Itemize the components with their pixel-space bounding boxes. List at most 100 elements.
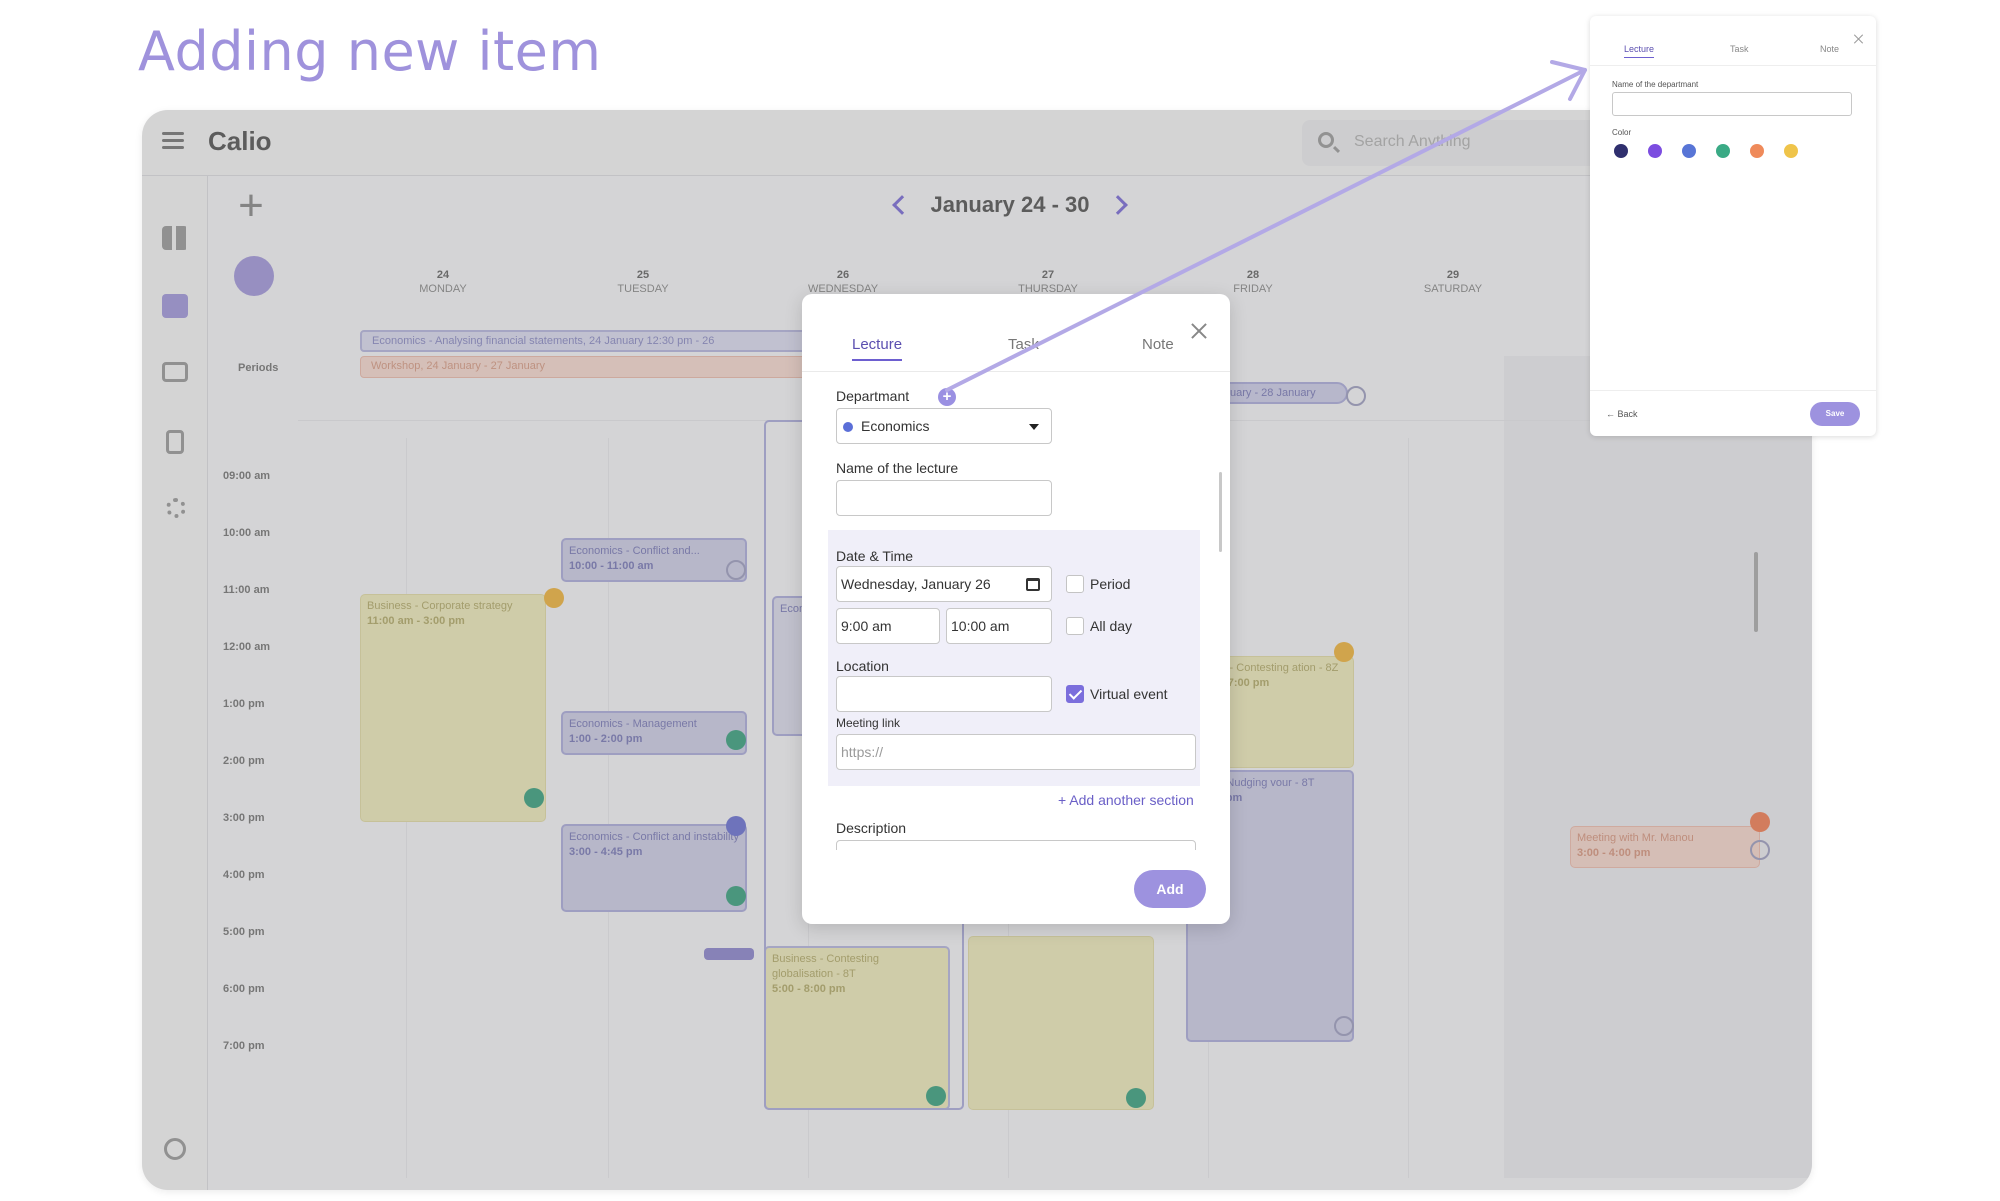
status-icon — [926, 1086, 946, 1106]
page-heading: Adding new item — [138, 20, 602, 83]
menu-icon[interactable] — [162, 132, 184, 150]
color-label: Color — [1612, 128, 1632, 137]
calendar-event[interactable]: Economics - Conflict and... 10:00 - 11:00… — [561, 538, 747, 582]
description-input[interactable] — [836, 840, 1196, 850]
color-swatch[interactable] — [1750, 144, 1764, 158]
day-number: 24 — [436, 269, 450, 281]
meeting-link-label: Meeting link — [836, 716, 901, 730]
event-title: Business - Corporate strategy — [367, 600, 513, 612]
globe-icon[interactable] — [164, 1138, 186, 1160]
event-title: Economics - Conflict and... — [569, 545, 700, 557]
color-swatch[interactable] — [1614, 144, 1628, 158]
save-button[interactable]: Save — [1810, 402, 1860, 426]
arrow-head-icon — [1550, 60, 1587, 101]
tab-task[interactable]: Task — [1008, 336, 1039, 359]
next-week-icon[interactable] — [1108, 195, 1129, 215]
event-title: Meeting with Mr. Manou — [1577, 832, 1694, 844]
hour-label: 09:00 am — [223, 470, 271, 482]
calendar-event[interactable]: s - Contesting ation - 8Z - 7:00 pm — [1214, 656, 1354, 768]
hour-label: 3:00 pm — [223, 812, 265, 824]
today-indicator[interactable] — [234, 256, 274, 296]
hour-label: 10:00 am — [223, 527, 271, 539]
periods-label: Periods — [238, 362, 279, 374]
period-checkbox[interactable] — [1066, 575, 1084, 593]
tab-note[interactable]: Note — [1142, 336, 1174, 359]
calendar-icon[interactable] — [162, 294, 188, 318]
date-field[interactable]: Wednesday, January 26 — [836, 566, 1052, 602]
event-time: 1:00 - 2:00 pm — [569, 733, 643, 745]
back-button[interactable]: ← Back — [1606, 409, 1638, 419]
add-department-icon[interactable]: + — [938, 388, 956, 406]
calendar-event[interactable] — [968, 936, 1154, 1110]
color-swatch[interactable] — [1716, 144, 1730, 158]
all-day-label: All day — [1090, 618, 1133, 634]
mini-tabs: Lecture Task Note — [1590, 16, 1876, 66]
status-icon — [726, 730, 746, 750]
left-nav — [142, 176, 208, 1190]
search-icon — [1318, 132, 1334, 148]
color-swatch[interactable] — [1682, 144, 1696, 158]
week-range: January 24 - 30 — [930, 192, 1090, 217]
department-select[interactable]: Economics — [836, 408, 1052, 444]
virtual-event-checkbox[interactable] — [1066, 685, 1084, 703]
color-swatch[interactable] — [1784, 144, 1798, 158]
start-time-field[interactable]: 9:00 am — [836, 608, 940, 644]
event-title: Economics - Management — [569, 718, 697, 730]
search-input[interactable]: Search Anything — [1354, 133, 1471, 151]
day-header[interactable]: 27 THURSDAY — [1003, 268, 1093, 296]
close-icon[interactable] — [1854, 34, 1864, 44]
status-icon — [1334, 1016, 1354, 1036]
status-icon — [524, 788, 544, 808]
dashboard-icon[interactable] — [162, 226, 188, 250]
calendar-event[interactable]: Business - Corporate strategy 11:00 am - … — [360, 594, 546, 822]
day-name: TUESDAY — [617, 283, 669, 295]
close-icon[interactable] — [1190, 322, 1208, 340]
all-day-checkbox[interactable] — [1066, 617, 1084, 635]
location-input[interactable] — [836, 676, 1052, 712]
day-header[interactable]: 25 TUESDAY — [598, 268, 688, 296]
search-bar[interactable]: Search Anything — [1302, 120, 1602, 166]
color-swatch[interactable] — [1648, 144, 1662, 158]
day-header[interactable]: 28 FRIDAY — [1208, 268, 1298, 296]
settings-icon[interactable] — [166, 498, 186, 518]
mini-tab-lecture[interactable]: Lecture — [1624, 44, 1655, 58]
calendar-event[interactable]: Economics - Conflict and instability 3:00… — [561, 824, 747, 912]
day-header[interactable]: 26 WEDNESDAY — [798, 268, 888, 296]
department-value: Economics — [861, 418, 930, 434]
document-icon[interactable] — [166, 430, 184, 454]
modal-scrollbar[interactable] — [1219, 472, 1222, 552]
event-title: Economics - Conflict and instability — [569, 831, 739, 843]
prev-week-icon[interactable] — [891, 195, 912, 215]
day-number: 28 — [1246, 269, 1260, 281]
calendar-picker-icon[interactable] — [1026, 578, 1040, 591]
calendar-event[interactable]: Economics - Management 1:00 - 2:00 pm — [561, 711, 747, 755]
calendar-scrollbar[interactable] — [1754, 552, 1758, 632]
day-header[interactable]: 29 SATURDAY — [1408, 268, 1498, 296]
mini-tab-task[interactable]: Task — [1730, 44, 1749, 57]
modal-tabs: Lecture Task Note — [802, 294, 1230, 372]
status-icon — [1126, 1088, 1146, 1108]
status-icon — [1750, 840, 1770, 860]
calendar-event[interactable]: Meeting with Mr. Manou 3:00 - 4:00 pm — [1570, 826, 1760, 868]
status-icon — [1334, 642, 1354, 662]
status-icon — [726, 816, 746, 836]
hour-label: 7:00 pm — [223, 1040, 265, 1052]
date-time-label: Date & Time — [836, 548, 914, 564]
department-label: Departmant — [836, 388, 910, 404]
event-title: Econ — [780, 603, 806, 615]
add-button[interactable]: Add — [1134, 870, 1206, 908]
location-label: Location — [836, 658, 889, 674]
period-bar[interactable]: uary - 28 January — [1218, 382, 1348, 404]
meeting-link-input[interactable]: https:// — [836, 734, 1196, 770]
day-header[interactable]: 24 MONDAY — [398, 268, 488, 296]
end-time-field[interactable]: 10:00 am — [946, 608, 1052, 644]
department-name-input[interactable] — [1612, 92, 1852, 116]
tab-lecture[interactable]: Lecture — [852, 336, 903, 361]
status-icon — [1750, 812, 1770, 832]
add-section-link[interactable]: + Add another section — [1058, 792, 1194, 808]
monitor-icon[interactable] — [162, 362, 188, 382]
day-name: MONDAY — [419, 283, 467, 295]
hour-label: 11:00 am — [223, 584, 270, 596]
mini-tab-note[interactable]: Note — [1820, 44, 1839, 57]
lecture-name-input[interactable] — [836, 480, 1052, 516]
